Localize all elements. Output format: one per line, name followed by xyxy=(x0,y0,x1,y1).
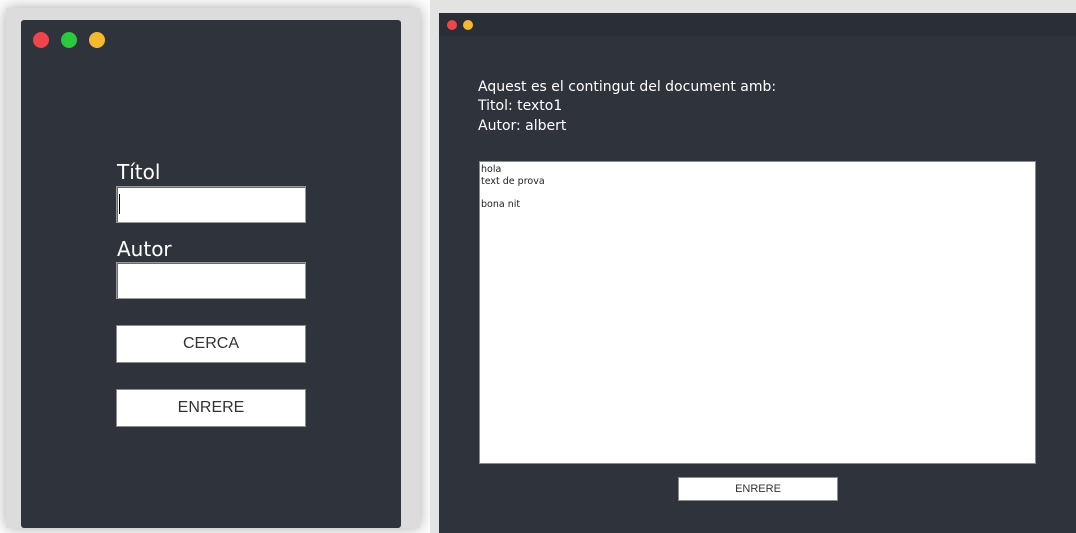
text-caret xyxy=(119,194,120,214)
document-author-text: Autor: albert xyxy=(478,118,567,134)
title-bar xyxy=(439,13,1076,36)
title-input[interactable] xyxy=(116,186,306,223)
author-input[interactable] xyxy=(116,262,306,299)
title-label: Títol xyxy=(117,160,161,184)
maximize-window-button[interactable] xyxy=(61,32,77,48)
minimize-window-button[interactable] xyxy=(89,32,105,48)
search-button[interactable]: CERCA xyxy=(116,325,306,363)
document-title-text: Titol: texto1 xyxy=(478,98,563,114)
document-content-textarea[interactable]: hola text de prova bona nit xyxy=(479,161,1036,464)
screenshot-stage: Títol Autor CERCA ENRERE Aquest es el co… xyxy=(0,0,1076,533)
document-intro-text: Aquest es el contingut del document amb: xyxy=(478,79,777,95)
close-window-button[interactable] xyxy=(33,32,49,48)
author-label: Autor xyxy=(117,237,172,261)
back-button[interactable]: ENRERE xyxy=(116,389,306,427)
close-window-button[interactable] xyxy=(447,20,457,30)
minimize-window-button[interactable] xyxy=(463,20,473,30)
back-button[interactable]: ENRERE xyxy=(678,477,838,501)
